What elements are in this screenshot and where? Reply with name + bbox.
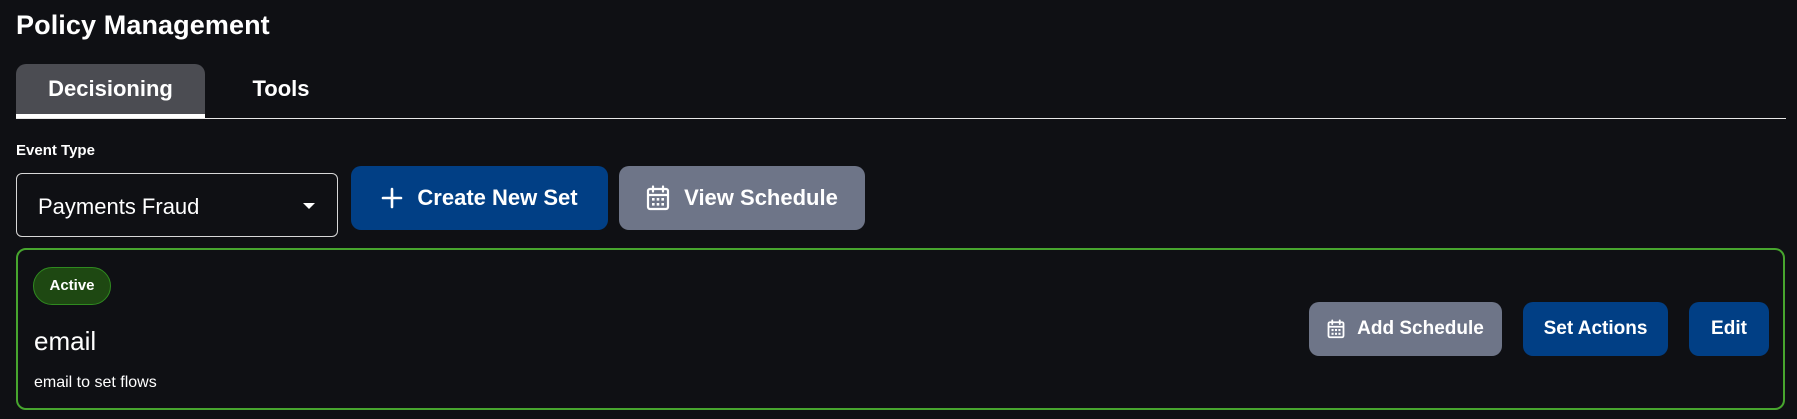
caret-down-icon: [303, 203, 315, 209]
edit-button[interactable]: Edit: [1689, 302, 1769, 356]
create-new-set-label: Create New Set: [417, 185, 578, 210]
add-schedule-label: Add Schedule: [1357, 318, 1484, 339]
view-schedule-label: View Schedule: [684, 185, 838, 210]
event-type-label: Event Type: [16, 142, 95, 159]
calendar-icon: [646, 185, 670, 211]
set-name: email: [34, 326, 97, 356]
add-schedule-button[interactable]: Add Schedule: [1309, 302, 1502, 356]
set-actions-button[interactable]: Set Actions: [1523, 302, 1668, 356]
view-schedule-button[interactable]: View Schedule: [619, 166, 865, 230]
policy-set-card: Active email email to set flows Add Sche…: [16, 248, 1785, 410]
tab-bar: Decisioning Tools: [16, 64, 1786, 119]
edit-label: Edit: [1711, 318, 1747, 339]
status-badge: Active: [33, 267, 111, 305]
page-title: Policy Management: [16, 10, 270, 40]
policy-management-page: Policy Management Decisioning Tools Even…: [0, 0, 1797, 419]
create-new-set-button[interactable]: Create New Set: [351, 166, 608, 230]
tab-tools[interactable]: Tools: [205, 64, 357, 114]
tab-decisioning[interactable]: Decisioning: [16, 64, 205, 118]
event-type-selected-value: Payments Fraud: [38, 194, 200, 219]
event-type-select[interactable]: Payments Fraud: [16, 173, 338, 237]
set-description: email to set flows: [34, 374, 157, 391]
plus-icon: [381, 187, 403, 209]
calendar-icon: [1327, 319, 1345, 339]
set-actions-label: Set Actions: [1543, 318, 1648, 339]
